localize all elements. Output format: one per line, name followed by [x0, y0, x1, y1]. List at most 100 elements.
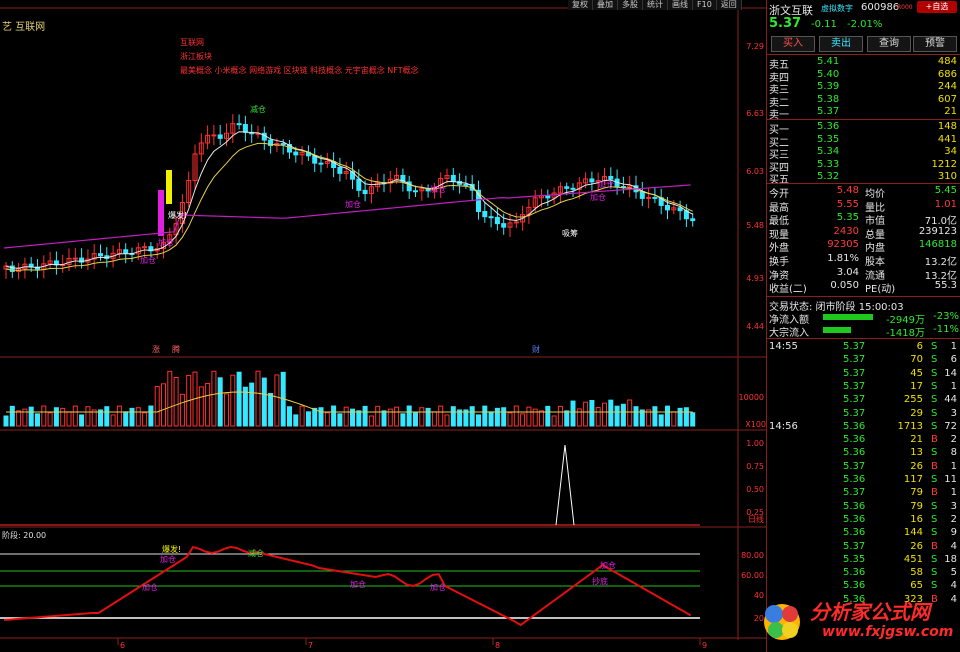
volume-bar	[564, 410, 570, 427]
tick-count: 8	[950, 447, 957, 459]
tick-price: 5.36	[843, 434, 866, 446]
ask-volume: 686	[937, 68, 957, 80]
chart-annotation: 加仓	[345, 199, 361, 209]
tick-count: 6	[950, 354, 957, 366]
tick-price: 5.37	[843, 380, 866, 392]
top-toolbar: 复权 叠加 多股 统计 画线 F10 返回	[568, 0, 742, 10]
tick-side: S	[931, 420, 938, 432]
chart-canvas[interactable]: 艺 互联网互联网浙江板块最美概念 小米概念 网络游戏 区块链 科技概念 元宇宙概…	[0, 0, 766, 652]
event-label: 财	[532, 344, 540, 354]
volume-bar	[249, 382, 255, 427]
flow-pct: -23%	[933, 311, 959, 322]
volume-bar	[444, 414, 450, 427]
toolbar-button[interactable]: 叠加	[593, 0, 618, 10]
osc-annotation: 加仓	[600, 560, 616, 570]
volume-bar	[450, 406, 456, 427]
tick-side: S	[931, 567, 938, 579]
ma-line-purple	[3, 184, 691, 249]
toolbar-button[interactable]: 画线	[668, 0, 693, 10]
toolbar-button[interactable]: F10	[693, 0, 717, 10]
ask-price: 5.38	[817, 93, 840, 105]
tick-price: 5.36	[843, 580, 866, 592]
sell-button[interactable]: 卖出	[819, 36, 863, 52]
quote-panel: 浙文互联 虚拟数字 600986 R000 +自选 5.37 -0.11 -2.…	[766, 0, 960, 652]
candle-body	[488, 216, 494, 219]
candle-body	[482, 210, 488, 218]
bid-volume: 148	[937, 121, 957, 132]
volume-bar	[419, 407, 425, 427]
volume-bar	[123, 411, 129, 427]
tick-price: 5.37	[843, 367, 866, 379]
volume-bar	[293, 414, 299, 427]
tick-volume: 16	[910, 513, 923, 525]
watermark-url: www.fxjgsw.com	[822, 624, 954, 640]
volume-bar	[438, 405, 444, 427]
candle-body	[589, 178, 595, 183]
candle-body	[211, 134, 217, 137]
volume-bar	[356, 410, 362, 427]
watermark-name: 分析家公式网	[810, 600, 930, 624]
volume-bar	[658, 414, 664, 427]
toolbar-button[interactable]: 多股	[618, 0, 643, 10]
signal-tick: 0.75	[746, 462, 764, 471]
volume-bar	[205, 382, 211, 427]
stat-value: 5.55	[836, 198, 859, 210]
osc-annotation: 加仓	[430, 582, 446, 592]
volume-bar	[375, 405, 381, 427]
flow-bar	[823, 327, 851, 333]
tick-price: 5.36	[843, 447, 866, 459]
candle-body	[293, 151, 299, 156]
toolbar-button[interactable]: 统计	[643, 0, 668, 10]
candle-body	[413, 190, 418, 193]
concept-line: 互联网	[180, 38, 204, 47]
candle-body	[123, 249, 129, 254]
tick-side: S	[931, 341, 938, 352]
candle-body	[280, 143, 286, 146]
volume-bar	[167, 370, 173, 427]
query-button[interactable]: 查询	[867, 36, 911, 52]
tick-volume: 65	[910, 580, 923, 592]
signal-tick: 1.00	[746, 439, 764, 448]
candle-body	[677, 207, 683, 212]
date-tick: 6	[120, 641, 125, 650]
volume-bar	[161, 383, 166, 427]
tick-price: 5.36	[843, 567, 866, 579]
stock-tag2: R000	[897, 4, 913, 11]
bid-price: 5.33	[817, 158, 840, 170]
concept-line: 浙江板块	[180, 51, 212, 61]
chart-title: 艺 互联网	[2, 21, 45, 33]
price-tick: 4.93	[746, 274, 764, 283]
volume-bar	[589, 400, 595, 427]
alert-button[interactable]: 预警	[913, 36, 957, 52]
add-watchlist-button[interactable]: +自选	[917, 1, 957, 13]
candle-body	[501, 223, 507, 228]
tick-count: 11	[944, 474, 957, 485]
tick-time: 14:56	[769, 420, 798, 432]
tick-time: 14:55	[769, 341, 798, 352]
tick-side: B	[931, 487, 938, 499]
price-tick: 6.63	[746, 109, 764, 118]
tick-side: B	[931, 434, 938, 446]
toolbar-button[interactable]: 复权	[568, 0, 593, 10]
candle-body	[463, 183, 469, 186]
chart-area[interactable]: 艺 互联网互联网浙江板块最美概念 小米概念 网络游戏 区块链 科技概念 元宇宙概…	[0, 0, 766, 652]
tick-volume: 79	[910, 487, 923, 499]
volume-bar	[633, 406, 639, 427]
tick-volume: 70	[910, 354, 923, 366]
tick-price: 5.35	[843, 553, 866, 565]
buy-button[interactable]: 买入	[771, 36, 815, 52]
tick-price: 5.36	[843, 420, 866, 432]
volume-bar	[627, 399, 633, 427]
ask-volume: 21	[944, 106, 957, 118]
volume-bar	[116, 405, 122, 427]
tick-count: 1	[950, 460, 957, 472]
stat-value: 5.35	[836, 212, 859, 224]
tick-price: 5.36	[843, 500, 866, 512]
ask-price: 5.37	[817, 106, 840, 118]
volume-bar	[614, 405, 620, 427]
ask-price: 5.39	[817, 81, 840, 93]
osc-annotation: 爆发!	[162, 544, 181, 554]
toolbar-button[interactable]: 返回	[716, 0, 742, 10]
concept-line: 最美概念 小米概念 网络游戏 区块链 科技概念 元宇宙概念 NFT概念	[180, 65, 419, 75]
date-tick: 7	[308, 641, 313, 650]
